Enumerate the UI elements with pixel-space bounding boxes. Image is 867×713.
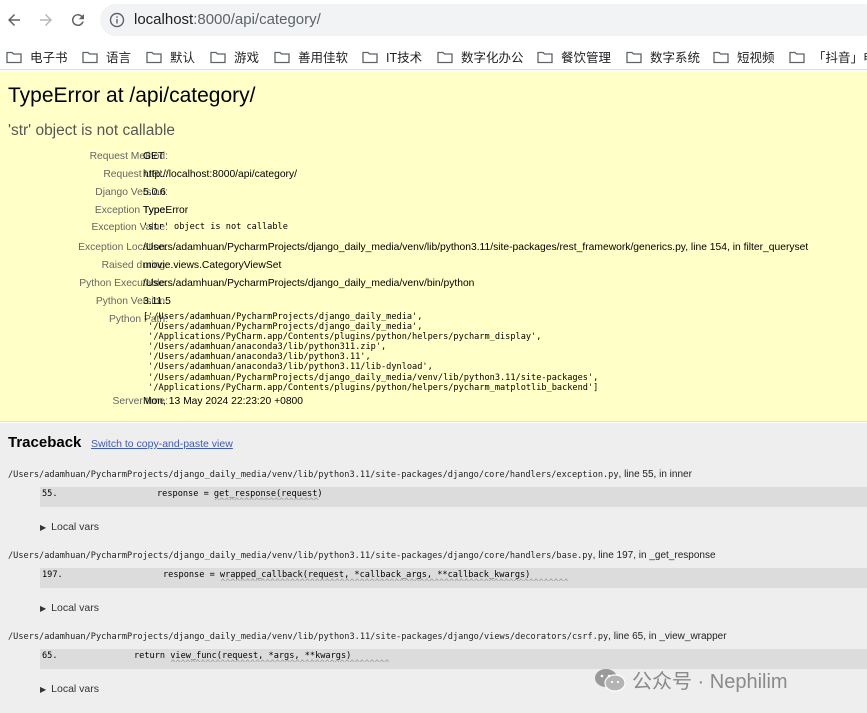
reload-icon [71, 14, 84, 27]
bookmark-item[interactable]: 短视频 [713, 47, 775, 66]
bookmark-label: 数字系统 [650, 51, 701, 65]
bookmark-item[interactable]: IT技术 [362, 47, 422, 66]
error-carets: ^^^^^^^^^^^^^^^^^^^^^^^^^^^^^^^^^^^^^^^^… [220, 578, 569, 588]
folder-icon [537, 51, 553, 63]
bookmark-label: 语言 [106, 51, 132, 65]
meta-value: GET [143, 151, 165, 162]
bookmark-label: IT技术 [386, 51, 423, 65]
folder-icon [437, 51, 453, 63]
line-number: 55. [42, 489, 58, 499]
bookmark-item[interactable]: 默认 [146, 47, 195, 66]
bookmark-label: 「抖音」电 [813, 51, 867, 65]
meta-value: /Users/adamhuan/PycharmProjects/django_d… [143, 242, 809, 253]
folder-icon [362, 51, 378, 63]
bookmark-label: 数字化办公 [461, 51, 524, 65]
traceback-heading: Traceback [8, 434, 82, 451]
url-text[interactable]: localhost:8000/api/category/ [134, 11, 321, 28]
line-number: 65. [42, 651, 58, 661]
line-number: 197. [42, 570, 63, 580]
folder-icon [82, 51, 98, 63]
error-message: 'str' object is not callable [8, 122, 176, 139]
error-summary: TypeError at /api/category/ 'str' object… [0, 71, 867, 422]
python-path-value: ['/Users/adamhuan/PycharmProjects/django… [143, 312, 599, 393]
url-path: :8000/api/category/ [193, 11, 321, 28]
local-vars-toggle[interactable]: ▶ Local vars [40, 602, 99, 614]
bookmark-item[interactable]: 数字化办公 [437, 47, 524, 66]
reload-button[interactable] [66, 8, 90, 32]
bookmark-label: 游戏 [234, 51, 260, 65]
expand-triangle-icon: ▶ [40, 685, 47, 694]
bookmark-label: 善用佳软 [298, 51, 349, 65]
meta-value: http://localhost:8000/api/category/ [143, 169, 297, 180]
watermark: 公众号 · Nephilim [594, 665, 788, 694]
meta-value: 'str' object is not callable [143, 222, 288, 232]
meta-value: 3.11.5 [143, 296, 171, 307]
frame-file: /Users/adamhuan/PycharmProjects/django_d… [8, 551, 593, 561]
folder-icon [210, 51, 226, 63]
frame-code-context[interactable]: 197. response = wrapped_callback(request,… [40, 568, 867, 588]
folder-icon [146, 51, 162, 63]
frame-filepath: /Users/adamhuan/PycharmProjects/django_d… [8, 550, 716, 561]
local-vars-toggle[interactable]: ▶ Local vars [40, 521, 99, 533]
local-vars-label: Local vars [51, 521, 100, 533]
expand-triangle-icon: ▶ [40, 523, 47, 532]
bookmark-item[interactable]: 「抖音」电 [789, 47, 867, 66]
meta-value: Mon, 13 May 2024 22:23:20 +0800 [143, 396, 304, 407]
forward-arrow-icon [40, 14, 52, 26]
bookmarks-bar: 电子书 语言 默认 游戏 善用佳软 IT技术 数字化办公 餐饮管理 数字系统 短视频 「抖音」电 [0, 40, 867, 70]
folder-icon [789, 51, 805, 63]
error-carets: ^^^^^^^^^^^^^^^^^^^^^ [214, 497, 319, 507]
expand-triangle-icon: ▶ [40, 604, 47, 613]
frame-location: , line 55, in inner [618, 469, 692, 480]
folder-icon [274, 51, 290, 63]
url-host: localhost [134, 11, 194, 28]
bookmark-item[interactable]: 电子书 [6, 47, 68, 66]
frame-filepath: /Users/adamhuan/PycharmProjects/django_d… [8, 469, 692, 480]
bookmark-label: 默认 [170, 51, 196, 65]
frame-code-context[interactable]: 55. response = get_response(request) ^^^^^… [40, 487, 867, 507]
frame-filepath: /Users/adamhuan/PycharmProjects/django_d… [8, 631, 727, 642]
back-arrow-icon [8, 14, 20, 26]
local-vars-label: Local vars [51, 602, 100, 614]
address-bar[interactable]: localhost:8000/api/category/ [100, 4, 867, 36]
local-vars-toggle[interactable]: ▶ Local vars [40, 683, 99, 695]
bookmark-label: 电子书 [30, 51, 68, 65]
meta-value: TypeError [143, 205, 189, 216]
frame-location: , line 65, in _view_wrapper [608, 631, 727, 642]
frame-location: , line 197, in _get_response [592, 550, 716, 561]
frame-file: /Users/adamhuan/PycharmProjects/django_d… [8, 470, 619, 480]
bookmark-item[interactable]: 数字系统 [626, 47, 700, 66]
bookmark-label: 短视频 [737, 51, 775, 65]
frame-file: /Users/adamhuan/PycharmProjects/django_d… [8, 632, 609, 642]
watermark-text: 公众号 · Nephilim [632, 671, 788, 693]
forward-button[interactable] [34, 8, 58, 32]
info-icon[interactable] [109, 12, 125, 28]
bookmark-label: 餐饮管理 [561, 51, 612, 65]
back-button[interactable] [2, 8, 26, 32]
meta-value: movie.views.CategoryViewSet [143, 260, 282, 271]
error-title: TypeError at /api/category/ [8, 84, 256, 107]
local-vars-label: Local vars [51, 683, 100, 695]
bookmark-item[interactable]: 游戏 [210, 47, 259, 66]
meta-value: 5.0.6 [143, 187, 166, 198]
meta-value: /Users/adamhuan/PycharmProjects/django_d… [143, 278, 475, 289]
folder-icon [713, 51, 729, 63]
bookmark-item[interactable]: 语言 [82, 47, 131, 66]
browser-toolbar: localhost:8000/api/category/ [0, 0, 867, 40]
error-carets: ^^^^^^^^^^^^^^^^^^^^^^^^^^^^^^^^^^^^^^^^… [170, 659, 390, 669]
folder-icon [6, 51, 22, 63]
bookmark-item[interactable]: 餐饮管理 [537, 47, 611, 66]
switch-view-link[interactable]: Switch to copy-and-paste view [91, 438, 233, 450]
bookmark-item[interactable]: 善用佳软 [274, 47, 348, 66]
folder-icon [626, 51, 642, 63]
wechat-icon [595, 668, 626, 692]
